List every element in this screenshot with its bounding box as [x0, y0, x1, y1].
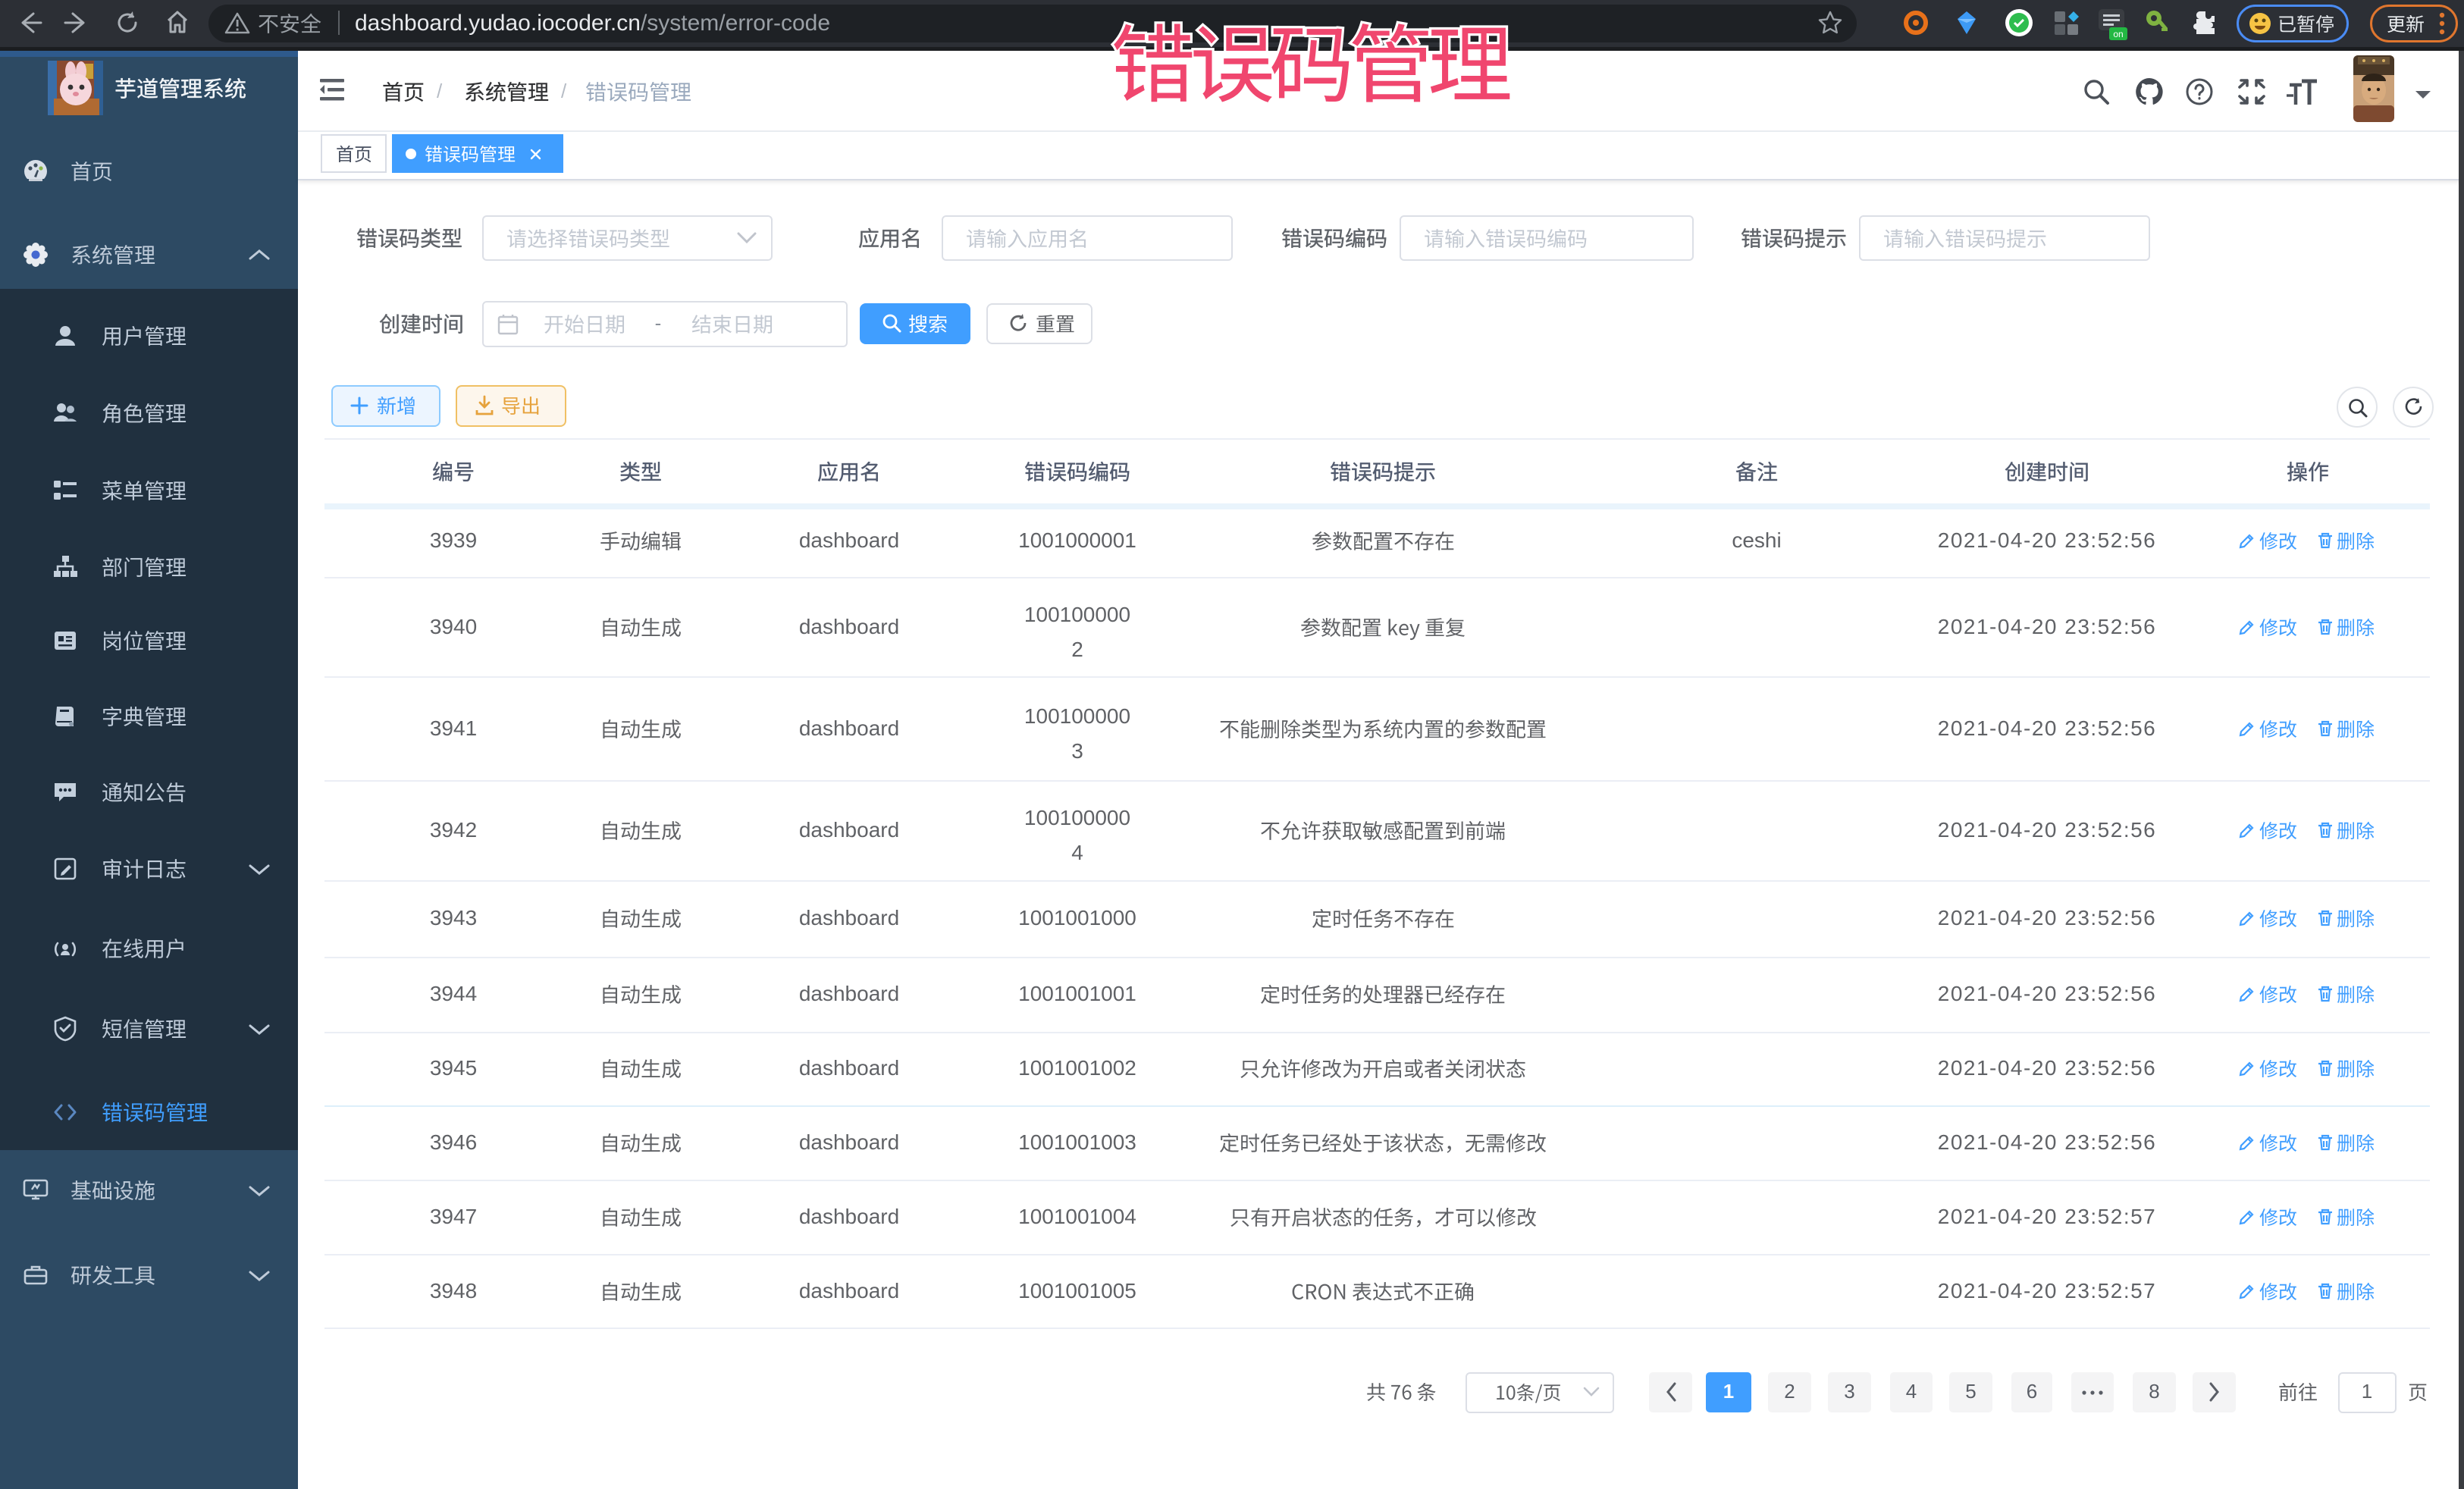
svg-text:on: on: [2113, 29, 2123, 39]
